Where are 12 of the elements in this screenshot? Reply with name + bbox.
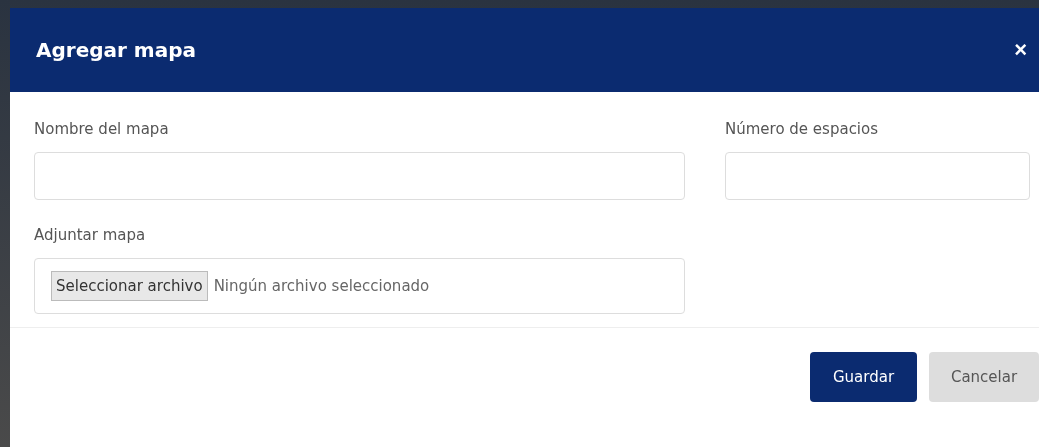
save-button[interactable]: Guardar	[810, 352, 917, 402]
cancel-button[interactable]: Cancelar	[929, 352, 1039, 402]
dialog-title: Agregar mapa	[36, 38, 196, 62]
file-status: Ningún archivo seleccionado	[213, 277, 430, 295]
file-input-field[interactable]: Seleccionar archivo Ningún archivo seleccionado	[34, 258, 685, 314]
field-label: Adjuntar mapa	[34, 226, 147, 244]
input-field[interactable]	[725, 152, 1030, 200]
close-button[interactable]: ×	[1010, 37, 1031, 63]
field-label: Número de espacios	[725, 120, 880, 138]
choose-file-button[interactable]: Seleccionar archivo	[51, 271, 208, 301]
input-field[interactable]	[34, 152, 685, 200]
field-label: Nombre del mapa	[34, 120, 170, 138]
